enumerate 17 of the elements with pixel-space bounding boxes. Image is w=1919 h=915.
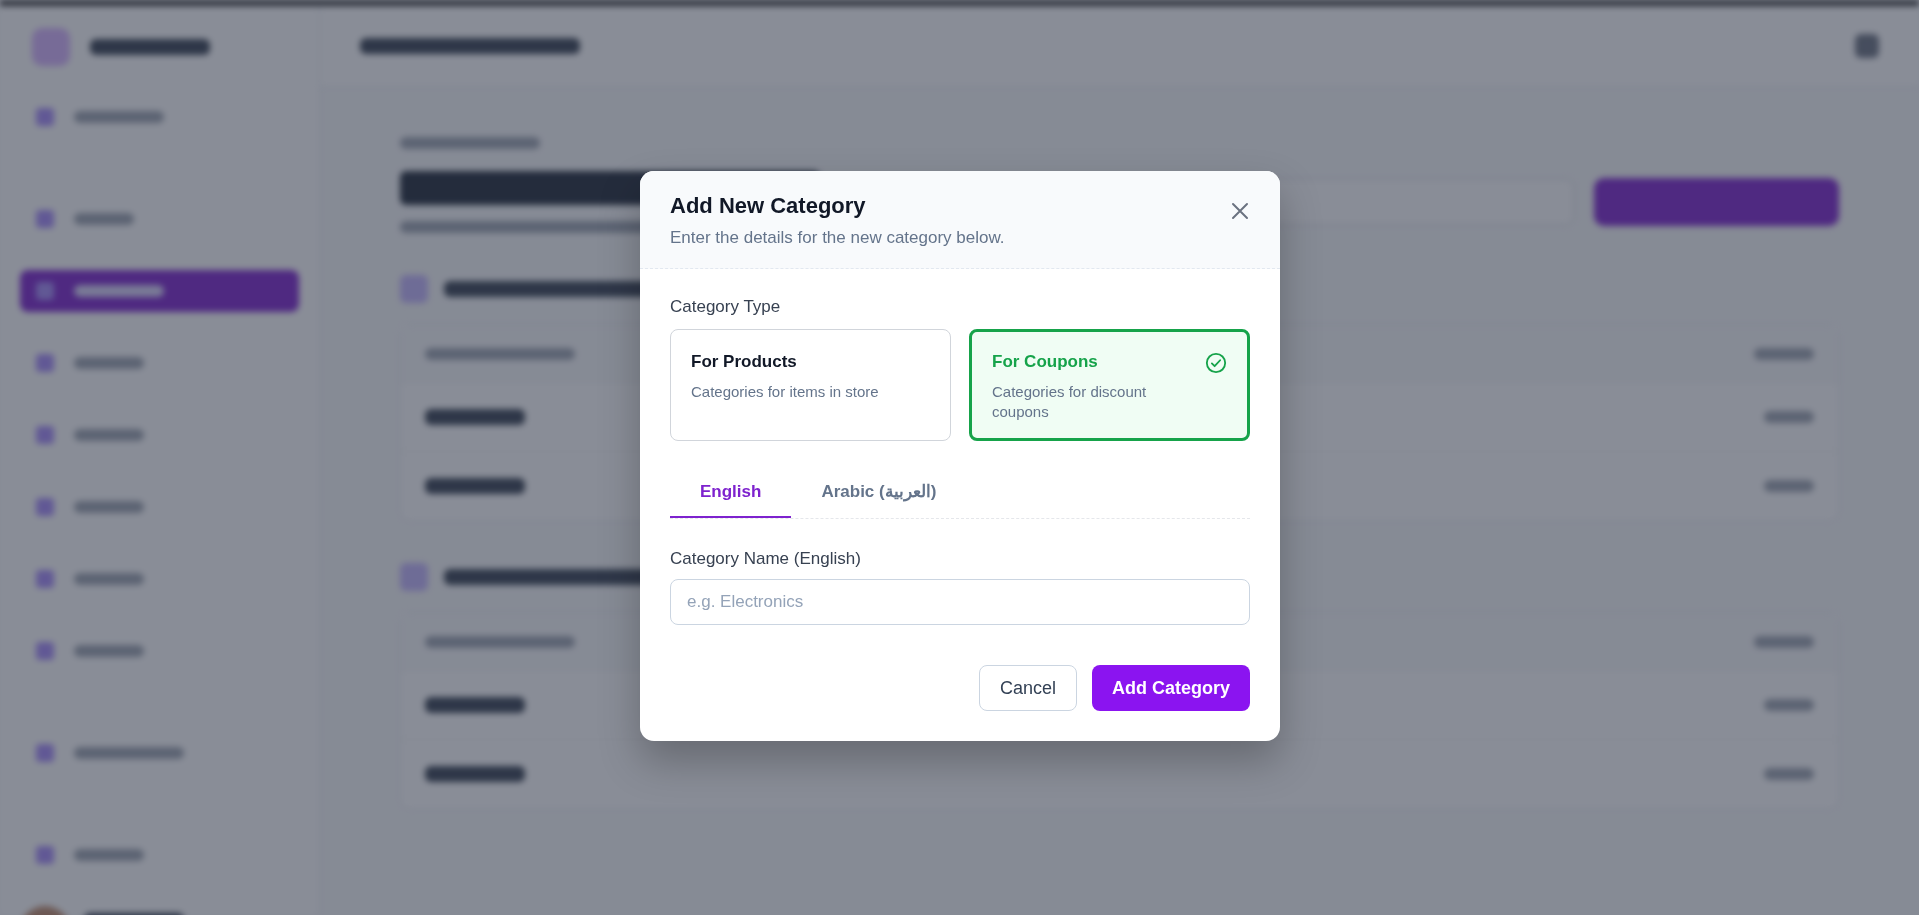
type-option-card[interactable]: For Products Categories for items in store <box>670 329 951 441</box>
category-name-field[interactable]: e.g. Electronics <box>670 579 1250 625</box>
field-label: Category Type <box>670 297 782 317</box>
type-option-card[interactable]: For Coupons Categories for discount coupons <box>969 329 1250 441</box>
option-description: Categories for discount coupons <box>992 382 1148 422</box>
option-title: For Products <box>691 352 798 372</box>
option-title: For Coupons <box>992 352 1099 372</box>
dialog-title: Add New Category <box>670 193 867 219</box>
language-tab[interactable]: Arabic (العربية) <box>791 467 967 518</box>
language-tab[interactable]: English <box>670 467 792 518</box>
dialog-subtitle: Enter the details for the new category below. <box>670 228 1005 248</box>
close-icon[interactable] <box>1230 201 1250 221</box>
cancel-button[interactable]: Cancel <box>978 665 1077 711</box>
check-circle-icon <box>1205 352 1227 374</box>
field-label: Category Name (English) <box>670 549 862 569</box>
add-category-button[interactable]: Add Category <box>1092 665 1250 711</box>
option-description: Categories for items in store <box>691 382 879 402</box>
